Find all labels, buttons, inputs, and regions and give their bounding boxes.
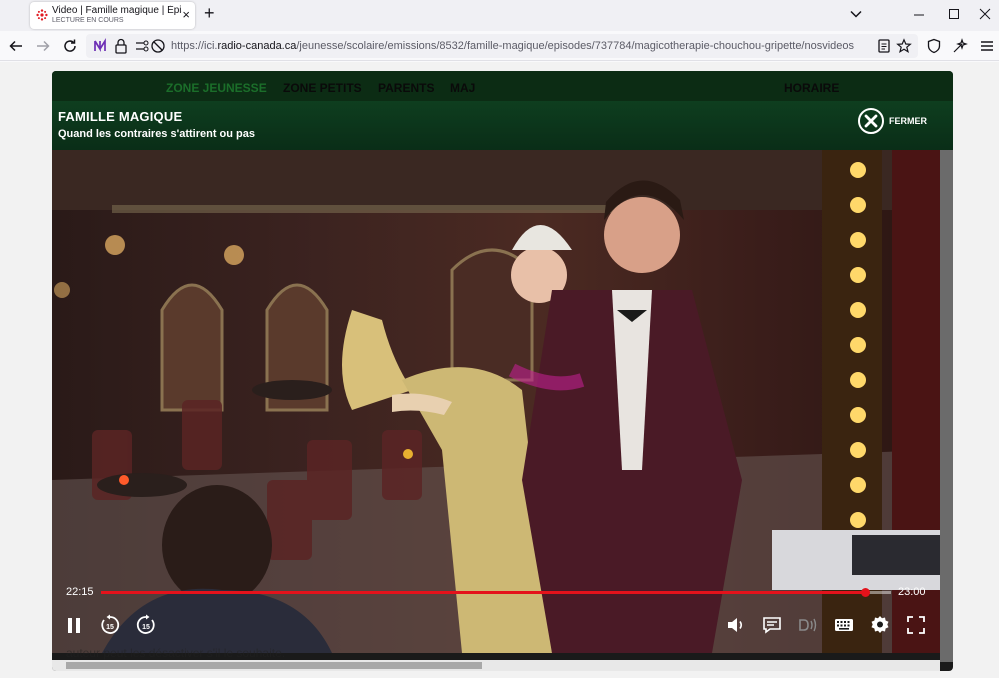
close-icon [858, 108, 884, 134]
settings-gear-icon[interactable] [869, 614, 891, 636]
close-label: FERMER [889, 116, 927, 126]
url-path: /jeunesse/scolaire/emissions/8532/famill… [296, 40, 855, 52]
svg-text:15: 15 [106, 624, 114, 631]
total-time: 23:00 [898, 586, 926, 598]
forward-15-icon[interactable]: 15 [135, 614, 157, 636]
url-domain: radio-canada.ca [217, 40, 297, 52]
keyboard-icon[interactable] [833, 614, 855, 636]
background-page-text: auteur peut les désactiver s'il le souha… [66, 646, 286, 660]
svg-text:15: 15 [142, 624, 150, 631]
vertical-scrollbar[interactable] [940, 150, 953, 662]
page-content: ZONE JEUNESSE ZONE PETITS PARENTS MAJ HO… [0, 62, 999, 678]
subtitles-icon[interactable] [761, 614, 783, 636]
tab-strip: Video | Famille magique | Épiso LECTURE … [0, 0, 999, 31]
back-icon[interactable] [8, 38, 24, 54]
horizontal-scrollbar[interactable] [52, 660, 940, 671]
site-nav-parents[interactable]: PARENTS [378, 81, 434, 95]
episode-title: Quand les contraires s'attirent ou pas [58, 128, 256, 140]
extension-icon[interactable] [92, 38, 108, 54]
reload-icon[interactable] [62, 38, 78, 54]
customize-icon[interactable] [952, 38, 968, 54]
bookmark-star-icon[interactable] [896, 38, 912, 54]
new-tab-icon[interactable]: + [204, 3, 215, 24]
rewind-15-icon[interactable]: 15 [99, 614, 121, 636]
address-bar[interactable]: https://ici.radio-canada.ca/jeunesse/sco… [86, 34, 918, 58]
progress-fill [101, 591, 866, 594]
autoplay-blocked-icon[interactable] [150, 38, 166, 54]
url-prefix: https://ici. [171, 40, 218, 52]
close-player-button[interactable]: FERMER [858, 106, 927, 136]
site-navigation: ZONE JEUNESSE ZONE PETITS PARENTS MAJ HO… [52, 71, 953, 101]
maximize-icon[interactable] [948, 8, 960, 20]
permissions-icon[interactable] [134, 38, 150, 54]
navigation-toolbar: https://ici.radio-canada.ca/jeunesse/sco… [0, 31, 999, 61]
site-nav-zone-petits[interactable]: ZONE PETITS [283, 81, 362, 95]
video-title: FAMILLE MAGIQUE [58, 109, 183, 124]
browser-tab[interactable]: Video | Famille magique | Épiso LECTURE … [30, 2, 195, 29]
minimize-icon[interactable] [913, 9, 925, 21]
radio-canada-favicon [36, 9, 48, 21]
site-nav-horaire[interactable]: HORAIRE [784, 81, 839, 95]
tab-close-icon[interactable]: × [182, 8, 190, 21]
tab-audio-status: LECTURE EN COURS [52, 17, 124, 24]
window-close-icon[interactable] [979, 8, 991, 20]
site-nav-maj[interactable]: MAJ [450, 81, 475, 95]
menu-icon[interactable] [979, 38, 995, 54]
audio-description-icon[interactable] [797, 614, 819, 636]
shield-icon[interactable] [926, 38, 942, 54]
site-nav-zone-jeunesse[interactable]: ZONE JEUNESSE [166, 81, 267, 95]
video-player-modal: ZONE JEUNESSE ZONE PETITS PARENTS MAJ HO… [52, 71, 953, 671]
fullscreen-icon[interactable] [905, 614, 927, 636]
reader-mode-icon[interactable] [876, 38, 892, 54]
current-time: 22:15 [66, 586, 94, 598]
pause-icon[interactable] [63, 614, 85, 636]
progress-bar[interactable] [101, 588, 891, 597]
horizontal-scrollbar-thumb[interactable] [66, 662, 482, 669]
volume-icon[interactable] [725, 614, 747, 636]
video-scene-image [52, 150, 940, 653]
url-text: https://ici.radio-canada.ca/jeunesse/sco… [171, 40, 854, 52]
player-title-bar: FAMILLE MAGIQUE Quand les contraires s'a… [52, 101, 953, 151]
lock-icon[interactable] [114, 38, 128, 54]
video-frame[interactable] [52, 150, 940, 653]
forward-icon[interactable] [35, 38, 51, 54]
tab-title: Video | Famille magique | Épiso [52, 5, 182, 16]
tab-list-chevron-icon[interactable] [849, 7, 863, 21]
